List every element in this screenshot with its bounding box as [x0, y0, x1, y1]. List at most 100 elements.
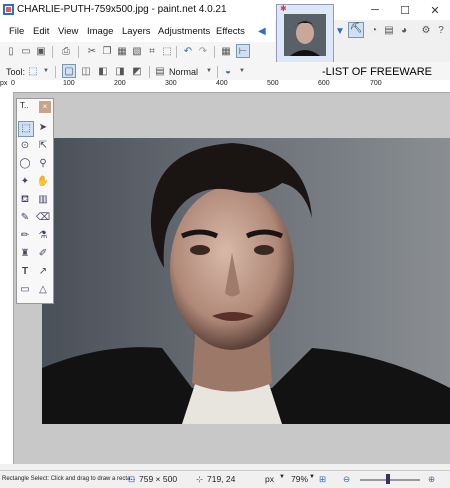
cursor-position-icon: ⊹	[196, 474, 204, 484]
paste-new-icon[interactable]: ▧	[131, 45, 143, 57]
image-size-icon: ⊡	[128, 474, 136, 484]
zoom-in-icon[interactable]: ⊕	[428, 474, 435, 485]
units-select[interactable]: px	[265, 474, 274, 484]
pan-icon[interactable]: ✋	[36, 175, 50, 189]
settings-icon[interactable]: ⚙	[420, 24, 432, 36]
ellipse-select-icon[interactable]: ◯	[18, 157, 32, 171]
zoom-icon[interactable]: ⚲	[36, 157, 50, 171]
grid-icon[interactable]: ▦	[220, 45, 232, 57]
crop-icon[interactable]: ⌗	[146, 45, 158, 57]
paintnet-app-icon	[3, 4, 14, 15]
lasso-select-icon[interactable]: ⊙	[18, 139, 32, 153]
toolbar-separator	[217, 66, 218, 78]
undo-icon[interactable]: ↶	[182, 45, 194, 57]
menu-file[interactable]: File	[9, 26, 24, 37]
toolbar-separator	[214, 46, 215, 58]
ruler-tick: 700	[370, 80, 382, 87]
cut-icon[interactable]: ✂	[86, 45, 98, 57]
scroll-left-icon[interactable]: ◀	[258, 26, 266, 37]
move-selection-icon[interactable]: ⇱	[36, 139, 50, 153]
rectangle-select-icon[interactable]: ⬚	[18, 121, 34, 137]
open-icon[interactable]: ▭	[20, 45, 32, 57]
layers-icon[interactable]: ▤	[383, 24, 395, 36]
selection-replace-icon[interactable]: ▢	[62, 64, 76, 78]
tools-close-button[interactable]: ×	[39, 101, 51, 113]
shapes-icon[interactable]: ▭	[18, 283, 32, 297]
maximize-button[interactable]: ☐	[390, 0, 420, 20]
tool-label: Tool:	[6, 67, 26, 77]
tools-window-title: T..	[20, 101, 29, 110]
selection-intersect-icon[interactable]: ◨	[114, 65, 126, 77]
status-hint: Rectangle Select: Click and drag to draw…	[2, 476, 136, 482]
blend-mode-select[interactable]: Normal	[169, 67, 198, 77]
copy-icon[interactable]: ❐	[101, 45, 113, 57]
blend-mode-icon: ▤	[155, 65, 165, 77]
chevron-down-icon[interactable]: ▼	[40, 65, 52, 77]
menu-edit[interactable]: Edit	[33, 26, 49, 37]
menu-adjustments[interactable]: Adjustments	[158, 26, 210, 37]
ruler-tick: 0	[11, 80, 15, 87]
image-thumbnail[interactable]	[284, 14, 326, 56]
ruler-tick: 600	[318, 80, 330, 87]
clone-stamp-icon[interactable]: ♜	[18, 247, 32, 261]
cursor-position: 719, 24	[207, 474, 236, 484]
toolbar-separator	[176, 46, 177, 58]
zoom-level[interactable]: 79%	[291, 474, 308, 484]
ruler-tick: 300	[165, 80, 177, 87]
zoom-fit-icon[interactable]: ⊞	[319, 474, 326, 485]
zoom-out-icon[interactable]: ⊖	[343, 474, 350, 485]
selection-union-icon[interactable]: ◫	[80, 65, 92, 77]
menu-image[interactable]: Image	[87, 26, 113, 37]
ruler-tick: 500	[267, 80, 279, 87]
current-tool-icon[interactable]: ⬚	[27, 65, 39, 77]
print-icon[interactable]: ⎙	[60, 45, 72, 57]
paintbrush-icon[interactable]: ✎	[18, 211, 32, 225]
ruler-top: 0 100 200 300 400 500 600 700	[11, 80, 450, 93]
toolbar-separator	[52, 46, 53, 58]
save-icon[interactable]: ▣	[35, 45, 47, 57]
gradient-icon[interactable]: ▥	[36, 193, 50, 207]
redo-icon[interactable]: ↷	[197, 45, 209, 57]
menu-effects[interactable]: Effects	[216, 26, 245, 37]
menu-layers[interactable]: Layers	[122, 26, 151, 37]
chevron-down-icon[interactable]: ▼	[236, 65, 248, 77]
new-icon[interactable]: ▯	[5, 45, 17, 57]
recolor-icon[interactable]: ✐	[36, 247, 50, 261]
watermark-text: -LIST OF FREEWARE	[322, 66, 433, 78]
toolbar-separator	[55, 66, 56, 78]
toolbar-separator	[78, 46, 79, 58]
dropdown-arrow-icon[interactable]: ▼	[335, 26, 345, 37]
minimize-button[interactable]: ─	[360, 0, 390, 20]
ruler-left	[0, 92, 14, 464]
paste-icon[interactable]: ▦	[116, 45, 128, 57]
text-icon[interactable]: T	[18, 265, 32, 279]
ruler-tick: 400	[216, 80, 228, 87]
move-selected-icon[interactable]: ➤	[36, 121, 50, 135]
image-canvas[interactable]	[42, 138, 450, 424]
selection-exclude-icon[interactable]: ◧	[97, 65, 109, 77]
color-picker-icon[interactable]: ⚗	[36, 229, 50, 243]
rulers-icon[interactable]: ⊢	[236, 44, 250, 58]
tools-toggle-icon[interactable]: ⛏	[348, 22, 364, 38]
menu-view[interactable]: View	[58, 26, 78, 37]
help-icon[interactable]: ?	[435, 24, 447, 36]
magic-wand-icon[interactable]: ✦	[18, 175, 32, 189]
chevron-down-icon[interactable]: ▼	[279, 474, 285, 480]
eraser-icon[interactable]: ⌫	[36, 211, 50, 225]
unsaved-star-icon: ✱	[280, 4, 287, 13]
zoom-slider-thumb[interactable]	[386, 474, 390, 484]
selection-xor-icon[interactable]: ◩	[131, 65, 143, 77]
close-button[interactable]: ✕	[420, 0, 450, 20]
paint-bucket-icon[interactable]: ⛾	[18, 193, 32, 207]
line-curve-icon[interactable]: ↗	[36, 265, 50, 279]
antialias-icon[interactable]: ◒	[222, 65, 234, 77]
history-icon[interactable]: ◔	[368, 24, 380, 36]
colors-icon[interactable]: ◕	[398, 24, 410, 36]
chevron-down-icon[interactable]: ▼	[309, 474, 315, 480]
ruler-tick: 200	[114, 80, 126, 87]
shape-type-icon[interactable]: △	[36, 283, 50, 297]
pencil-icon[interactable]: ✏	[18, 229, 32, 243]
deselect-icon[interactable]: ⬚	[161, 45, 173, 57]
chevron-down-icon[interactable]: ▼	[203, 65, 215, 77]
zoom-slider[interactable]	[360, 479, 420, 481]
